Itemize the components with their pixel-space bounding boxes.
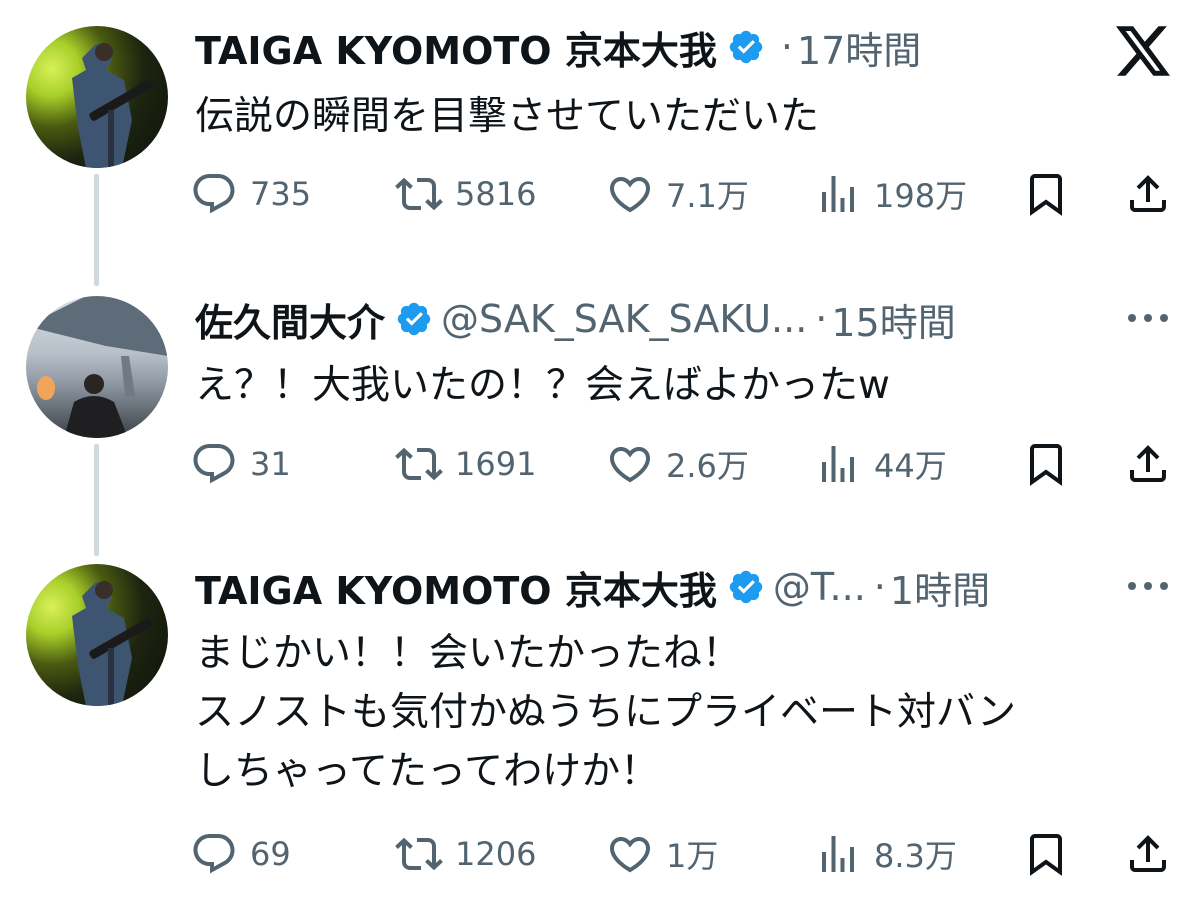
bookmark-icon xyxy=(1030,834,1062,876)
tweet[interactable]: TAIGA KYOMOTO 京本大我 @T... · 1時間 まじかい！！会いた… xyxy=(0,0,1199,912)
avatar[interactable] xyxy=(26,564,168,706)
display-name[interactable]: TAIGA KYOMOTO 京本大我 xyxy=(195,560,717,615)
retweet-button[interactable]: 1206 xyxy=(395,826,536,882)
tweet-header: TAIGA KYOMOTO 京本大我 @T... · 1時間 xyxy=(195,557,990,617)
share-icon xyxy=(1130,835,1166,872)
like-button[interactable]: 1万 xyxy=(606,826,718,882)
tweet-text-line: まじかい！！会いたかったね！ xyxy=(195,631,742,676)
tweet-text-line: スノストも気付かぬうちにプライベート対バン xyxy=(195,690,1016,735)
retweet-count: 1206 xyxy=(455,835,537,873)
user-handle[interactable]: @T... xyxy=(773,565,866,609)
heart-icon xyxy=(609,837,651,873)
retweet-icon xyxy=(395,837,443,871)
timestamp[interactable]: 1時間 xyxy=(890,560,990,615)
tweet-text: まじかい！！会いたかったね！ スノストも気付かぬうちにプライベート対バン しちゃ… xyxy=(195,624,1016,801)
more-options-icon[interactable] xyxy=(1126,576,1170,596)
share-button[interactable] xyxy=(1124,826,1172,882)
action-bar: 69 1206 1万 8.3万 xyxy=(190,826,1180,882)
analytics-icon xyxy=(822,836,854,872)
views-button[interactable]: 8.3万 xyxy=(814,826,957,882)
separator-dot: · xyxy=(873,565,886,609)
like-count: 1万 xyxy=(666,837,719,875)
tweet-text-line: しちゃってたってわけか！ xyxy=(195,749,660,794)
verified-badge-icon xyxy=(729,570,763,604)
bookmark-button[interactable] xyxy=(1022,826,1070,882)
view-count: 8.3万 xyxy=(874,837,957,875)
reply-icon xyxy=(193,834,235,874)
reply-count: 69 xyxy=(250,835,291,873)
reply-button[interactable]: 69 xyxy=(190,826,291,882)
avatar-photo-icon xyxy=(72,581,153,706)
